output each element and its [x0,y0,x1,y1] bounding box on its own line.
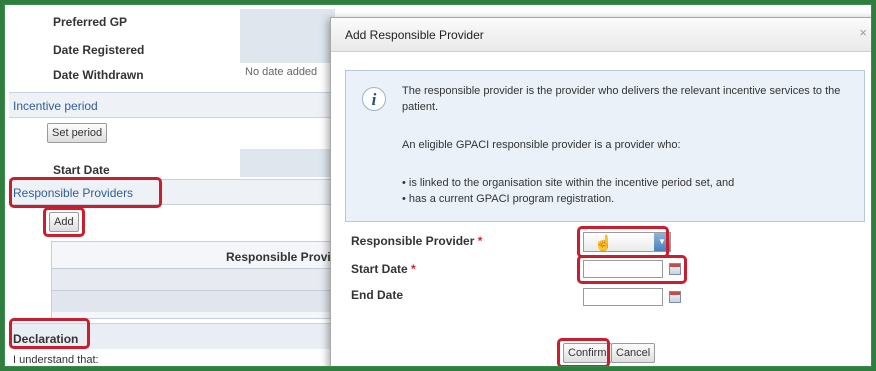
declaration-heading: Declaration [13,332,79,346]
start-date-label: Start Date [53,163,110,177]
close-icon[interactable]: × [859,25,867,40]
info-box: i The responsible provider is the provid… [345,70,865,222]
dialog-title: Add Responsible Provider [345,28,484,42]
info-paragraph-2: An eligible GPACI responsible provider i… [402,139,681,151]
responsible-providers-heading: Responsible Providers [13,186,134,200]
end-date-label: End Date [351,288,404,302]
understand-text: I understand that: [13,354,99,366]
info-bullet-2: • has a current GPACI program registrati… [402,193,615,205]
incentive-period-heading: Incentive period [13,99,98,113]
cancel-button[interactable]: Cancel [611,343,656,363]
add-responsible-provider-dialog: Add Responsible Provider × i The respons… [330,17,871,366]
required-marker: * [411,262,416,276]
hand-cursor-icon: ☝ [594,235,613,252]
responsible-providers-table: Responsible Provide [51,241,345,319]
responsible-provider-label: Responsible Provider * [351,234,483,248]
add-button[interactable]: Add [49,212,79,232]
responsible-providers-section: Responsible Providers [9,179,339,205]
responsible-provider-select[interactable]: ☝ ▼ [583,232,671,252]
info-bullet-1: • is linked to the organisation site wit… [402,177,735,189]
chevron-down-icon: ▼ [654,233,670,251]
incentive-period-section: Incentive period [9,92,339,118]
table-row [52,268,338,290]
table-header-responsible-provider: Responsible Provide [226,250,345,264]
start-date-field-label: Start Date * [351,262,416,276]
start-date-value [240,149,335,177]
calendar-icon[interactable] [669,263,681,275]
end-date-input[interactable] [583,288,663,306]
date-withdrawn-value: No date added [245,66,318,78]
confirm-button[interactable]: Confirm [563,343,612,363]
date-withdrawn-label: Date Withdrawn [53,68,144,82]
preferred-gp-label: Preferred GP [53,15,128,29]
preferred-gp-value [240,9,335,63]
info-icon: i [362,87,386,111]
set-period-button[interactable]: Set period [47,123,108,143]
date-registered-label: Date Registered [53,43,145,57]
declaration-section: Declaration [9,323,339,349]
required-marker: * [477,234,483,248]
dialog-header: Add Responsible Provider × [331,18,871,52]
calendar-icon[interactable] [669,291,681,303]
info-paragraph-1: The responsible provider is the provider… [402,85,841,113]
screenshot-frame: Preferred GP Date Registered Date Withdr… [4,4,872,367]
table-row [52,290,338,312]
start-date-input[interactable] [583,260,663,278]
